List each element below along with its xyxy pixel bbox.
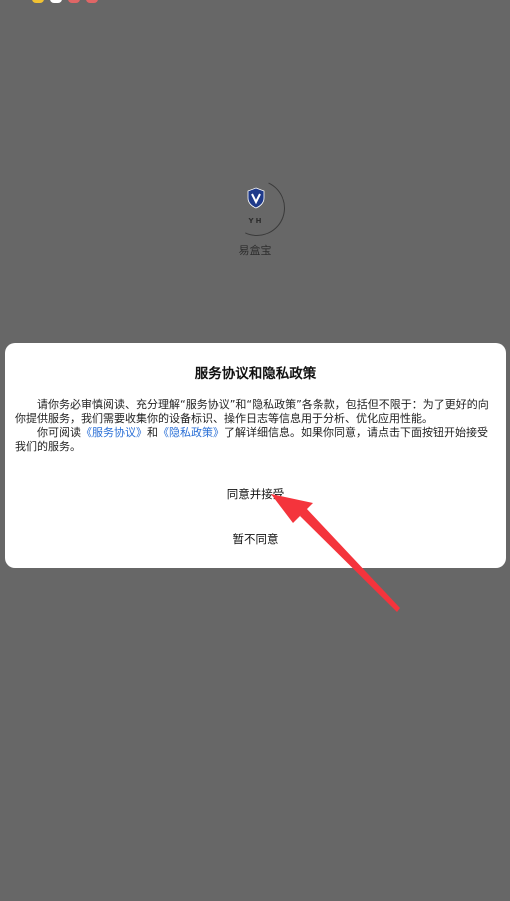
paragraph-2-and: 和 — [147, 426, 158, 439]
app-logo: YH — [221, 172, 293, 244]
app-name: 易盒宝 — [238, 244, 272, 257]
decline-button[interactable]: 暂不同意 — [5, 531, 506, 547]
status-dot-white — [50, 0, 62, 3]
dialog-paragraph-1: 请你务必审慎阅读、充分理解“服务协议”和“隐私政策”各条款，包括但不限于：为了更… — [15, 398, 489, 425]
dialog-title: 服务协议和隐私政策 — [194, 366, 317, 382]
accept-button[interactable]: 同意并接受 — [5, 486, 506, 502]
status-dot-red-2 — [86, 0, 98, 3]
privacy-dialog: 服务协议和隐私政策 请你务必审慎阅读、充分理解“服务协议”和“隐私政策”各条款，… — [5, 343, 506, 568]
dialog-body: 请你务必审慎阅读、充分理解“服务协议”和“隐私政策”各条款，包括但不限于：为了更… — [15, 398, 493, 454]
dialog-paragraph-2: 你可阅读《服务协议》和《隐私政策》了解详细信息。如果你同意，请点击下面按钮开始接… — [15, 426, 493, 454]
status-dot-yellow — [32, 0, 44, 3]
status-dot-red — [68, 0, 80, 3]
status-indicators — [32, 0, 98, 3]
privacy-policy-link[interactable]: 《隐私政策》 — [158, 426, 224, 439]
logo-initials: YH — [248, 217, 264, 225]
shield-v-icon — [247, 187, 265, 209]
service-agreement-link[interactable]: 《服务协议》 — [81, 426, 147, 439]
screen: YH 易盒宝 服务协议和隐私政策 请你务必审慎阅读、充分理解“服务协议”和“隐私… — [0, 0, 510, 901]
paragraph-2-prefix: 你可阅读 — [37, 426, 81, 439]
